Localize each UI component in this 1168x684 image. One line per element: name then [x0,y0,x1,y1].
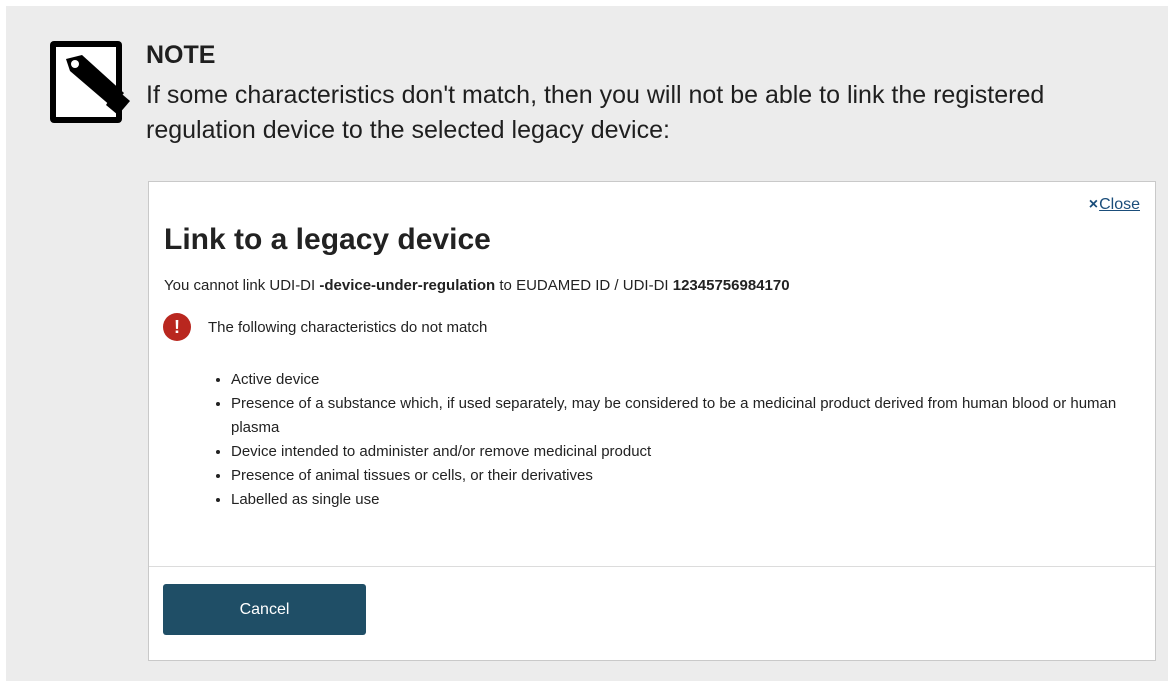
dialog-title: Link to a legacy device [164,223,491,256]
list-item: Device intended to administer and/or rem… [231,440,1151,464]
list-item: Presence of animal tissues or cells, or … [231,464,1151,488]
link-message: You cannot link UDI-DI -device-under-reg… [164,277,790,294]
list-item: Labelled as single use [231,488,1151,512]
exclamation-icon: ! [163,313,191,341]
close-icon: × [1088,196,1099,213]
characteristics-list: Active device Presence of a substance wh… [185,368,1151,512]
eudamed-id: 12345756984170 [672,277,790,294]
close-link[interactable]: ×Close [1089,196,1140,214]
device-id: -device-under-regulation [319,277,496,294]
list-item: Active device [231,368,1151,392]
error-text: The following characteristics do not mat… [208,318,488,336]
error-alert: ! The following characteristics do not m… [163,313,487,341]
divider [149,566,1155,567]
close-label[interactable]: Close [1099,196,1140,213]
link-legacy-dialog: ×Close Link to a legacy device You canno… [148,181,1156,661]
message-middle: to EUDAMED ID / UDI-DI [495,277,673,294]
cancel-button[interactable]: Cancel [163,584,366,635]
note-title: NOTE [146,41,216,69]
pencil-icon [50,41,130,123]
list-item: Presence of a substance which, if used s… [231,392,1151,440]
note-text: If some characteristics don't match, the… [146,81,1045,144]
message-prefix: You cannot link UDI-DI [164,277,320,294]
